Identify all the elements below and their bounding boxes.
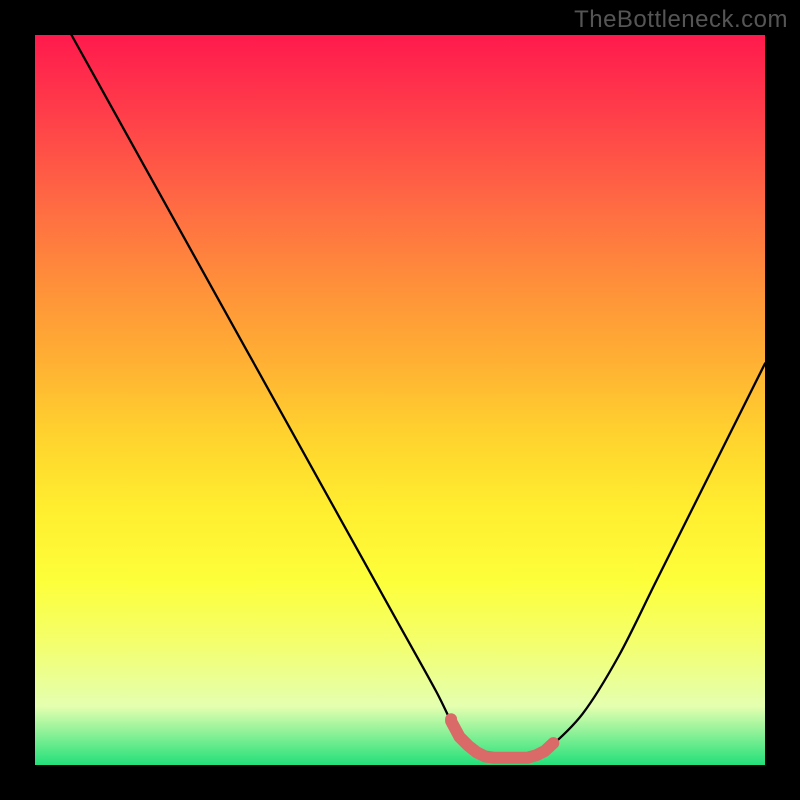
watermark-text: TheBottleneck.com	[574, 6, 788, 34]
optimal-start-dot	[445, 713, 457, 725]
chart-svg	[35, 35, 765, 765]
optimal-range-highlight	[451, 721, 553, 758]
bottleneck-curve	[72, 35, 766, 758]
chart-frame: TheBottleneck.com	[0, 0, 800, 800]
